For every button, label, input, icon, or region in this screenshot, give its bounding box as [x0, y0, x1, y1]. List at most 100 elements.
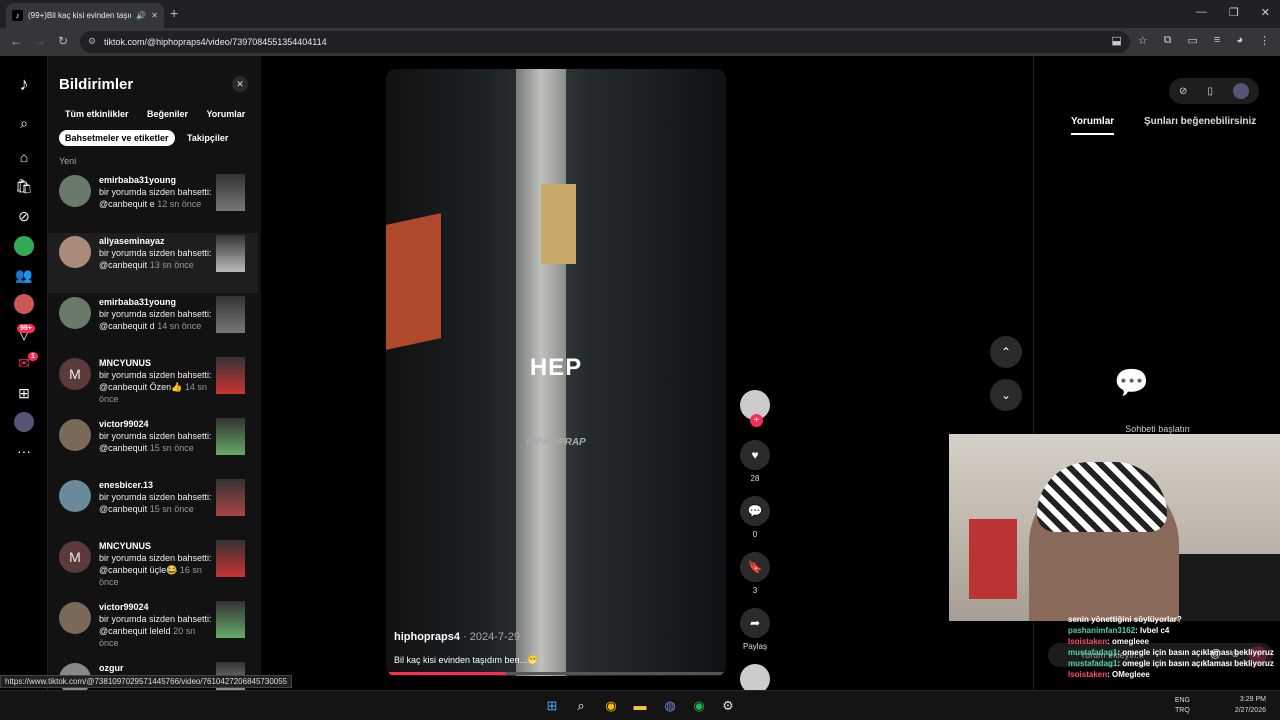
restore-icon[interactable]: ❐ — [1229, 6, 1239, 19]
upload-icon[interactable]: ⊞ — [14, 383, 34, 403]
video-thumbnail[interactable] — [216, 540, 245, 577]
avatar[interactable] — [59, 602, 91, 634]
spotify-icon[interactable]: ◉ — [690, 697, 708, 715]
notification-user[interactable]: ozgur — [99, 662, 214, 674]
following-avatar-icon[interactable] — [14, 236, 34, 256]
avatar[interactable] — [59, 236, 91, 268]
video-progress-bar[interactable] — [389, 672, 724, 675]
close-tab-icon[interactable]: ✕ — [151, 11, 158, 20]
notification-item[interactable]: enesbicer.13 bir yorumda sizden bahsetti:… — [48, 477, 258, 537]
filter-likes[interactable]: Beğeniler — [141, 106, 194, 122]
avatar[interactable] — [59, 480, 91, 512]
friends-icon[interactable]: 👥 — [14, 265, 34, 285]
notification-user[interactable]: MNCYUNUS — [99, 540, 214, 552]
clock[interactable]: 3:29 PM 2/27/2026 — [1235, 694, 1266, 716]
video-thumbnail[interactable] — [216, 479, 245, 516]
more-icon[interactable]: ··· — [14, 441, 34, 461]
filter-followers[interactable]: Takipçiler — [181, 130, 234, 146]
browser-tab[interactable]: ♪ (99+)Bil kaç kisi evinden taşıd... 🔊 ✕ — [6, 3, 164, 28]
notification-item[interactable]: M MNCYUNUS bir yorumda sizden bahsetti: @c… — [48, 355, 258, 415]
notification-item[interactable]: emirbaba31young bir yorumda sizden bahset… — [48, 294, 258, 354]
video-thumbnail[interactable] — [216, 235, 245, 272]
cast-icon[interactable]: ▭ — [1188, 34, 1198, 47]
avatar[interactable] — [59, 175, 91, 207]
live-avatar-icon[interactable] — [14, 294, 34, 314]
previous-video-button[interactable]: ⌃ — [990, 336, 1022, 368]
notification-user[interactable]: victor99024 — [99, 601, 214, 613]
install-icon[interactable]: ⬓ — [1111, 34, 1121, 47]
extensions-icon[interactable]: ⧉ — [1164, 34, 1172, 47]
video-thumbnail[interactable] — [216, 357, 245, 394]
notification-user[interactable]: victor99024 — [99, 418, 214, 430]
bookmark-icon[interactable]: 🔖 — [740, 552, 770, 582]
reload-icon[interactable]: ↻ — [58, 34, 68, 48]
site-info-icon[interactable]: ⚙ — [88, 36, 96, 47]
chat-message: pashanimfan3162: lvbel c4 — [1068, 625, 1280, 636]
chat-message: lsoistaken: omegleee — [1068, 636, 1280, 647]
filter-all[interactable]: Tüm etkinlikler — [59, 106, 135, 122]
media-icon[interactable]: ≡ — [1214, 34, 1220, 47]
home-icon[interactable]: ⌂ — [14, 147, 34, 167]
tools-pill: ⊘ ▯ — [1169, 78, 1259, 104]
phone-icon[interactable]: ▯ — [1207, 86, 1213, 97]
speaker-icon[interactable]: 🔊 — [136, 11, 146, 20]
menu-kebab-icon[interactable]: ⋮ — [1259, 34, 1270, 47]
search-icon[interactable]: ⌕ — [14, 113, 34, 133]
notification-user[interactable]: enesbicer.13 — [99, 479, 214, 491]
chrome-icon[interactable]: ◉ — [602, 697, 620, 715]
profile-icon[interactable]: ◕ — [1236, 34, 1243, 47]
file-explorer-icon[interactable]: ▬ — [631, 697, 649, 715]
filter-comments[interactable]: Yorumlar — [200, 106, 251, 122]
follow-plus-icon[interactable]: + — [750, 414, 763, 427]
forward-icon[interactable]: → — [34, 34, 46, 48]
steam-icon[interactable]: ⚙ — [719, 697, 737, 715]
avatar[interactable] — [59, 297, 91, 329]
notification-user[interactable]: emirbaba31young — [99, 174, 214, 186]
notification-item[interactable]: victor99024 bir yorumda sizden bahsetti: … — [48, 599, 258, 659]
like-heart-icon[interactable]: ♥ — [740, 440, 770, 470]
next-video-button[interactable]: ⌄ — [990, 379, 1022, 411]
status-url: https://www.tiktok.com/@7381097029571445… — [0, 675, 293, 688]
video-thumbnail[interactable] — [216, 601, 245, 638]
minimize-icon[interactable]: — — [1196, 6, 1207, 19]
avatar[interactable]: M — [59, 358, 91, 390]
tiktok-logo-icon[interactable]: ♪ — [14, 74, 34, 94]
notification-user[interactable]: aliyaseminayaz — [99, 235, 214, 247]
shop-icon[interactable]: 🛍 — [14, 176, 34, 196]
close-icon[interactable]: ✕ — [232, 76, 248, 92]
windows-start-icon[interactable]: ⊞ — [543, 697, 561, 715]
video-author[interactable]: hiphopraps4 — [394, 631, 460, 643]
notification-item[interactable]: M MNCYUNUS bir yorumda sizden bahsetti: @c… — [48, 538, 258, 598]
bookmark-star-icon[interactable]: ☆ — [1138, 34, 1148, 47]
address-bar[interactable]: ⚙ tiktok.com/@hiphopraps4/video/73970845… — [80, 31, 1130, 53]
avatar[interactable]: M — [59, 541, 91, 573]
video-player[interactable]: HEP HİPHOPRAP hiphopraps4 · 2024-7-29 Bi… — [386, 69, 726, 676]
video-thumbnail[interactable] — [216, 174, 245, 211]
compass-icon[interactable]: ⊘ — [1179, 86, 1187, 97]
share-icon[interactable]: ➦ — [740, 608, 770, 638]
video-thumbnail[interactable] — [216, 418, 245, 455]
tab-you-may-like[interactable]: Şunları beğenebilirsiniz — [1144, 116, 1256, 127]
chat-username: pashanimfan3162 — [1068, 626, 1136, 635]
notification-item[interactable]: aliyaseminayaz bir yorumda sizden bahsett… — [48, 233, 258, 293]
taskbar-search-icon[interactable]: ⌕ — [572, 697, 590, 715]
new-tab-button[interactable]: + — [170, 5, 178, 21]
notification-item[interactable]: victor99024 bir yorumda sizden bahsetti: … — [48, 416, 258, 476]
back-icon[interactable]: ← — [10, 34, 22, 48]
user-avatar-icon[interactable] — [1232, 83, 1249, 99]
video-thumbnail[interactable] — [216, 296, 245, 333]
language-indicator[interactable]: ENG TRQ — [1175, 696, 1190, 716]
notification-user[interactable]: MNCYUNUS — [99, 357, 214, 369]
comment-icon[interactable]: 💬 — [740, 496, 770, 526]
video-author-line[interactable]: hiphopraps4 · 2024-7-29 — [394, 631, 520, 643]
notification-item[interactable]: emirbaba31young bir yorumda sizden bahset… — [48, 172, 258, 232]
tab-comments[interactable]: Yorumlar — [1071, 116, 1115, 135]
video-caption: Bil kaç kisi evinden taşıdım ben...😁 — [394, 655, 539, 665]
explore-icon[interactable]: ⊘ — [14, 206, 34, 226]
profile-avatar-icon[interactable] — [14, 412, 34, 432]
close-window-icon[interactable]: ✕ — [1261, 6, 1270, 19]
notification-user[interactable]: emirbaba31young — [99, 296, 214, 308]
filter-mentions[interactable]: Bahsetmeler ve etiketler — [59, 130, 175, 146]
discord-icon[interactable]: ◍ — [661, 697, 679, 715]
avatar[interactable] — [59, 419, 91, 451]
